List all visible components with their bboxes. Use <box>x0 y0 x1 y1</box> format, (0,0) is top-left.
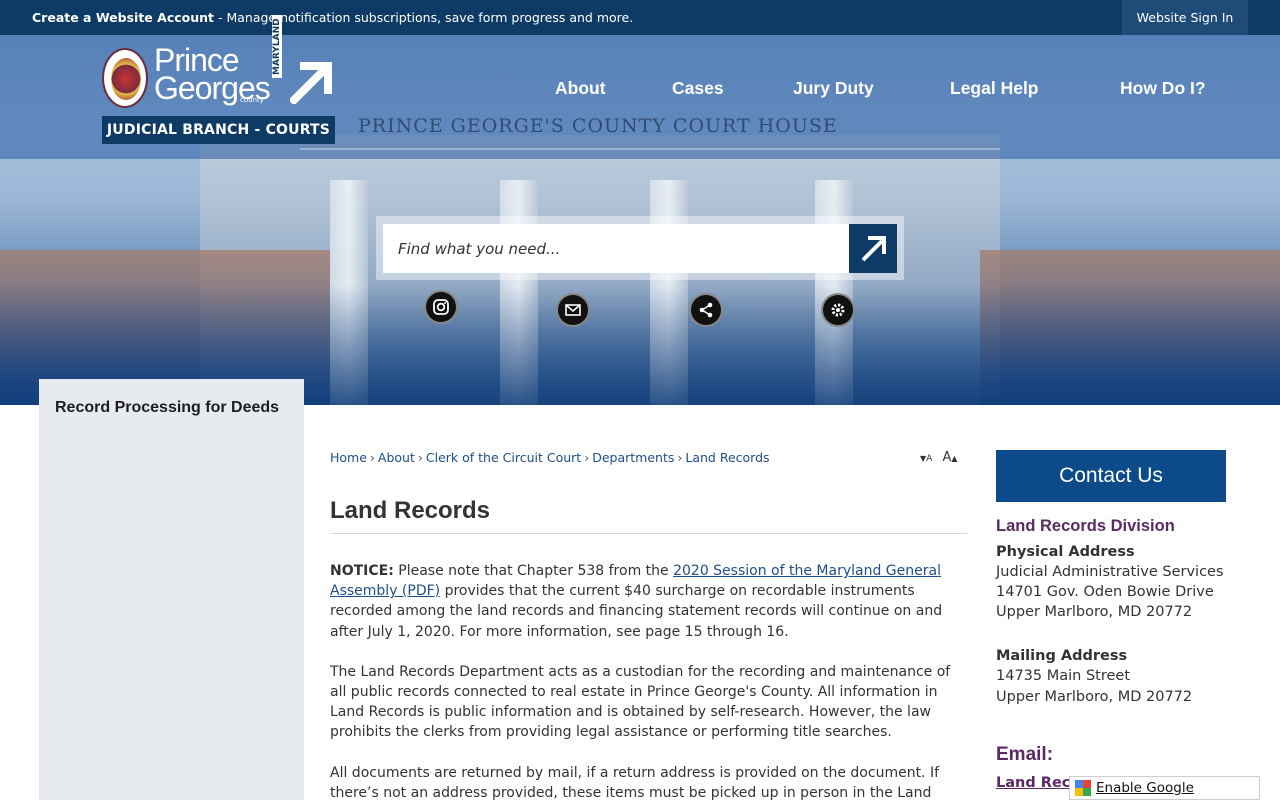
breadcrumb-home[interactable]: Home <box>330 450 367 465</box>
nav-about[interactable]: About <box>555 78 606 99</box>
breadcrumb-clerk[interactable]: Clerk of the Circuit Court <box>426 450 581 465</box>
page-title: Land Records <box>330 497 967 534</box>
notice-label: NOTICE: <box>330 563 394 579</box>
logo-state-text: MARYLAND <box>272 15 282 78</box>
breadcrumb-separator-icon: › <box>584 450 590 465</box>
nav-how-do-i[interactable]: How Do I? <box>1120 78 1206 99</box>
site-search <box>376 216 904 280</box>
google-translate-label: Enable Google Translate <box>1096 780 1194 796</box>
search-input[interactable] <box>383 224 849 273</box>
increase-font-button[interactable]: A▲ <box>942 450 957 465</box>
create-account-link[interactable]: Create a Website Account <box>32 10 214 25</box>
email-heading: Email: <box>996 744 1054 765</box>
nav-legal-help[interactable]: Legal Help <box>950 78 1039 99</box>
main-content: NOTICE: Please note that Chapter 538 fro… <box>330 561 967 800</box>
physical-address-label: Physical Address <box>996 544 1135 560</box>
division-heading: Land Records Division <box>996 517 1175 535</box>
left-sidebar: Record Processing for Deeds <box>39 379 304 800</box>
nav-jury-duty[interactable]: Jury Duty <box>793 78 874 99</box>
contact-us-button[interactable]: Contact Us <box>996 450 1226 502</box>
breadcrumb-departments[interactable]: Departments <box>592 450 674 465</box>
breadcrumb-about[interactable]: About <box>378 450 415 465</box>
notice-paragraph: NOTICE: Please note that Chapter 538 fro… <box>330 561 967 642</box>
physical-address-line: 14701 Gov. Oden Bowie Drive <box>996 584 1214 600</box>
mailing-address-line: Upper Marlboro, MD 20772 <box>996 689 1193 705</box>
create-account-notice: Create a Website Account - Manage notifi… <box>32 10 633 25</box>
sidebar-item-record-processing[interactable]: Record Processing for Deeds <box>55 399 279 417</box>
top-bar: Create a Website Account - Manage notifi… <box>0 0 1280 35</box>
county-seal-icon <box>102 48 148 108</box>
google-translate-button[interactable]: Enable Google Translate <box>1069 776 1260 800</box>
land-records-description: The Land Records Department acts as a cu… <box>330 663 951 741</box>
breadcrumb-separator-icon: › <box>417 450 423 465</box>
search-arrow-icon <box>861 236 886 262</box>
breadcrumb-land-records[interactable]: Land Records <box>685 450 769 465</box>
mailing-address-line: 14735 Main Street <box>996 668 1131 684</box>
search-button[interactable] <box>849 224 897 273</box>
mailing-address-label: Mailing Address <box>996 648 1128 664</box>
physical-address-line: Upper Marlboro, MD 20772 <box>996 604 1193 620</box>
physical-address-line: Judicial Administrative Services <box>996 564 1224 580</box>
notice-text: Please note that Chapter 538 from the <box>393 563 674 579</box>
logo-wordmark: Prince Georges <box>154 44 271 104</box>
county-logo[interactable]: Prince Georges county MARYLAND JUDICIAL … <box>102 15 336 144</box>
breadcrumb: Home › About › Clerk of the Circuit Court › De… <box>330 450 770 465</box>
documents-returned-paragraph: All documents are returned by mail, if a… <box>330 764 940 800</box>
email-icon[interactable] <box>556 293 590 327</box>
font-resize: ▼A A▲ <box>920 450 958 465</box>
decrease-font-button[interactable]: ▼A <box>920 450 932 465</box>
courthouse-sign: PRINCE GEORGE'S COUNTY COURT HOUSE <box>358 115 838 137</box>
share-icon[interactable] <box>689 293 723 327</box>
instagram-icon[interactable] <box>424 290 458 324</box>
settings-icon[interactable] <box>821 293 855 327</box>
judicial-branch-banner: JUDICIAL BRANCH - COURTS <box>102 116 335 144</box>
logo-county-text: county <box>240 96 264 104</box>
nav-cases[interactable]: Cases <box>672 78 724 99</box>
google-translate-icon <box>1075 780 1091 796</box>
website-sign-in-button[interactable]: Website Sign In <box>1122 0 1248 35</box>
breadcrumb-separator-icon: › <box>369 450 375 465</box>
logo-arrow-icon <box>290 62 332 104</box>
breadcrumb-separator-icon: › <box>677 450 683 465</box>
